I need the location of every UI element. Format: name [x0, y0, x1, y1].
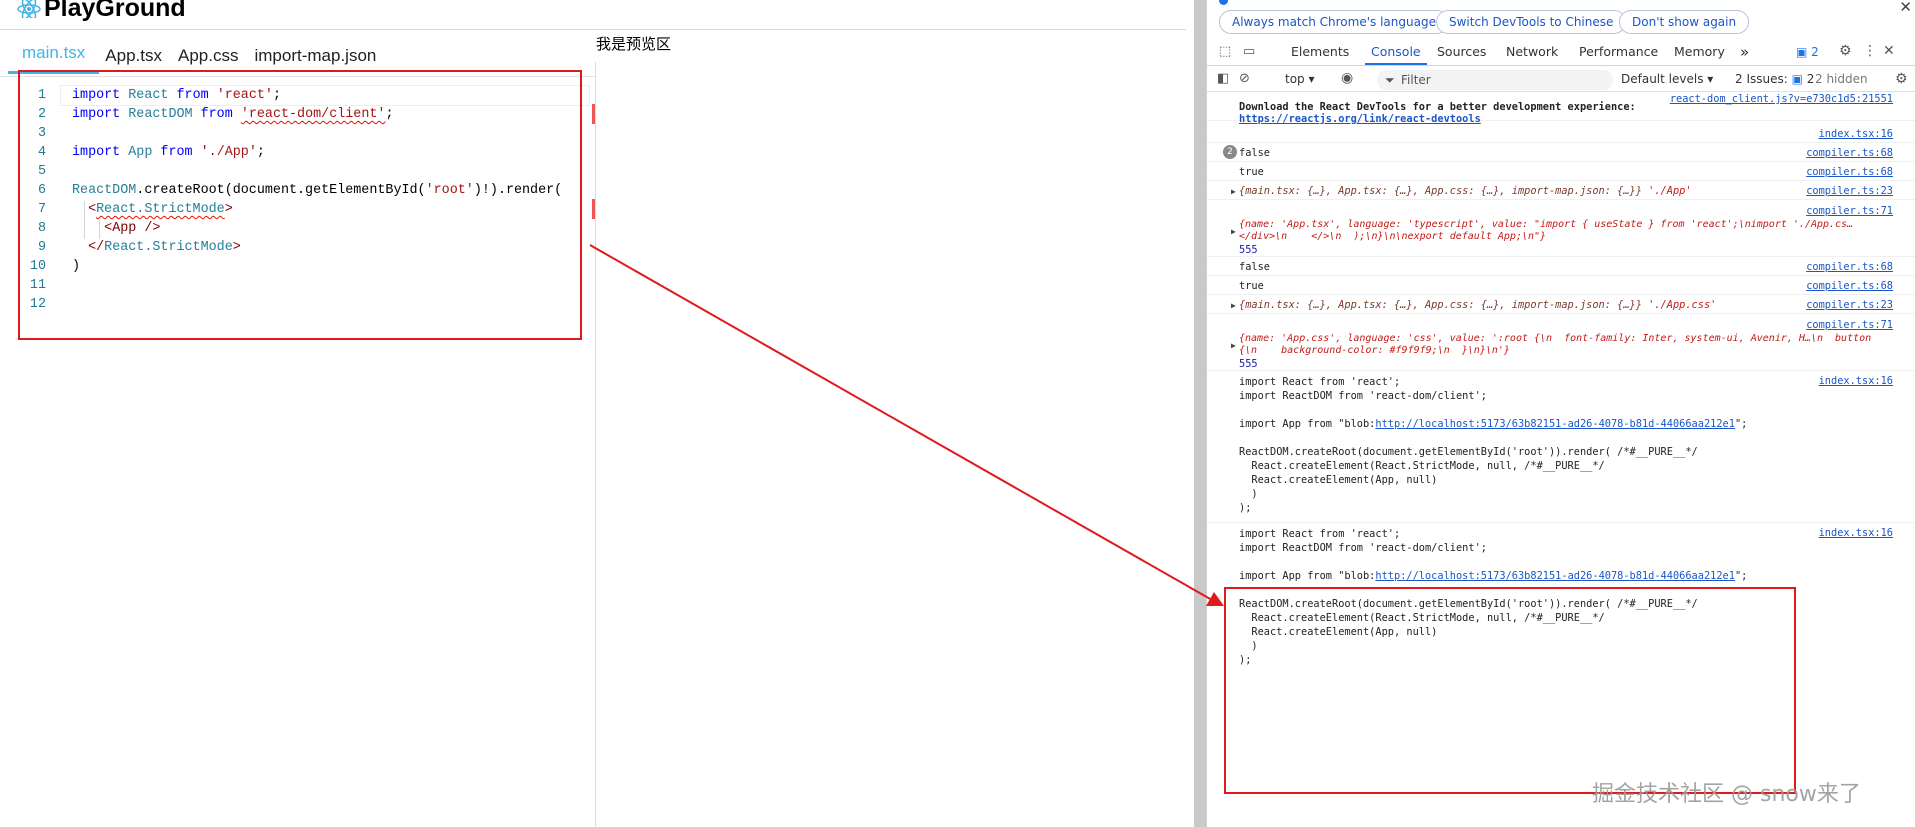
sidebar-toggle-icon[interactable]: ◧ — [1217, 71, 1229, 86]
console-message-compiled-code: index.tsx:16 import React from 'react'; … — [1239, 527, 1893, 666]
message-count-badge[interactable]: ▣ 2 — [1796, 45, 1819, 59]
console-output: react-dom_client.js?v=e730c1d5:21551 Dow… — [1207, 93, 1915, 827]
expand-triangle-icon[interactable]: ▶ — [1231, 301, 1236, 310]
source-link[interactable]: index.tsx:16 — [1819, 375, 1893, 387]
repeat-count-badge: 2 — [1223, 145, 1237, 159]
console-settings-gear-icon[interactable]: ⚙ — [1895, 71, 1908, 87]
caret-down-icon: ▾ — [1707, 72, 1714, 86]
console-message-compiled-code: index.tsx:16 import React from 'react'; … — [1207, 373, 1915, 523]
log-levels-dropdown[interactable]: Default levels ▾ — [1621, 72, 1713, 86]
code-line-5: 5 — [37, 164, 46, 179]
devtools-panel: Always match Chrome's language Switch De… — [1206, 0, 1915, 827]
window-divider[interactable] — [1194, 0, 1206, 827]
hidden-count: 2 hidden — [1815, 72, 1868, 86]
expand-triangle-icon[interactable]: ▶ — [1231, 187, 1236, 196]
console-message: index.tsx:16 — [1207, 126, 1915, 143]
file-tab-bar: main.tsx App.tsx App.css import-map.json — [8, 34, 390, 74]
source-link[interactable]: compiler.ts:71 — [1806, 319, 1893, 331]
console-message: 2 false compiler.ts:68 — [1207, 144, 1915, 162]
code-editor[interactable]: 1 import React from 'react'; 2 import Reac… — [0, 76, 595, 827]
more-tabs-icon[interactable]: » — [1740, 40, 1749, 65]
code-line-3: 3 — [37, 126, 46, 141]
issue-icon: ▣ — [1791, 72, 1803, 86]
close-devtools-icon[interactable]: ✕ — [1883, 43, 1895, 59]
source-link[interactable]: compiler.ts:23 — [1806, 185, 1893, 197]
tab-network[interactable]: Network — [1506, 40, 1558, 65]
devtools-tab-bar: ⬚ ▭ Elements Console Sources Network Per… — [1207, 40, 1915, 66]
react-logo-icon — [17, 0, 41, 18]
source-link[interactable]: compiler.ts:68 — [1806, 166, 1893, 178]
console-message[interactable]: ▶ {main.tsx: {…}, App.tsx: {…}, App.css:… — [1207, 182, 1915, 200]
info-icon — [1219, 0, 1228, 5]
console-message[interactable]: compiler.ts:71 ▶ {name: 'App.css', langu… — [1207, 315, 1915, 371]
kebab-menu-icon[interactable]: ⋮ — [1863, 43, 1877, 59]
caret-down-icon: ▾ — [1308, 72, 1315, 86]
console-message[interactable]: compiler.ts:71 ▶ {name: 'App.tsx', langu… — [1207, 201, 1915, 257]
issues-indicator[interactable]: 2 Issues: ▣ 2 — [1735, 72, 1814, 86]
app-title: PlayGround — [44, 0, 186, 22]
eye-icon[interactable]: ◉ — [1341, 70, 1353, 86]
source-link[interactable]: compiler.ts:23 — [1806, 299, 1893, 311]
code-line-9: 9 </React.StrictMode> — [37, 240, 241, 255]
code-line-11: 11 — [29, 278, 46, 293]
code-line-6: 6 ReactDOM.createRoot(document.getElement… — [37, 183, 563, 198]
tab-import-map-json[interactable]: import-map.json — [246, 46, 390, 74]
code-line-10: 10) — [29, 259, 81, 274]
language-infobar: Always match Chrome's language Switch De… — [1207, 0, 1915, 38]
source-link[interactable]: index.tsx:16 — [1819, 128, 1893, 140]
console-message: true compiler.ts:68 — [1207, 277, 1915, 295]
tab-console[interactable]: Console — [1365, 40, 1427, 65]
clear-console-icon[interactable]: ⊘ — [1239, 71, 1250, 86]
code-line-12: 12 — [29, 297, 46, 312]
blob-url-link[interactable]: http://localhost:5173/63b82151-ad26-4078… — [1375, 418, 1735, 430]
always-match-language-button[interactable]: Always match Chrome's language — [1219, 10, 1449, 34]
code-lines: 1 import React from 'react'; 2 import Reac… — [22, 86, 562, 314]
code-line-2: 2 import ReactDOM from 'react-dom/client'… — [37, 107, 394, 122]
filter-icon: ⏷ — [1385, 73, 1395, 87]
device-toolbar-icon[interactable]: ▭ — [1243, 44, 1255, 59]
source-link[interactable]: index.tsx:16 — [1819, 527, 1893, 539]
tab-sources[interactable]: Sources — [1437, 40, 1486, 65]
console-message[interactable]: ▶ {main.tsx: {…}, App.tsx: {…}, App.css:… — [1207, 296, 1915, 314]
tab-elements[interactable]: Elements — [1291, 40, 1349, 65]
source-link[interactable]: compiler.ts:68 — [1806, 280, 1893, 292]
code-line-1: 1 import React from 'react'; — [37, 88, 281, 103]
source-link[interactable]: compiler.ts:71 — [1806, 205, 1893, 217]
source-link[interactable]: compiler.ts:68 — [1806, 147, 1893, 159]
console-message: true compiler.ts:68 — [1207, 163, 1915, 181]
playground-window: PlayGround main.tsx App.tsx App.css impo… — [0, 0, 1194, 827]
close-icon[interactable]: ✕ — [1899, 0, 1912, 16]
blob-url-link[interactable]: http://localhost:5173/63b82151-ad26-4078… — [1375, 570, 1735, 582]
code-line-7: 7 <React.StrictMode> — [37, 202, 233, 217]
source-link[interactable]: react-dom_client.js?v=e730c1d5:21551 — [1670, 93, 1893, 105]
code-line-8: 8 <App /> — [37, 221, 161, 236]
tab-memory[interactable]: Memory — [1674, 40, 1725, 65]
playground-header: PlayGround — [0, 0, 1186, 30]
preview-area-label: 我是预览区 — [596, 35, 672, 53]
code-line-4: 4 import App from './App'; — [37, 145, 265, 160]
console-message: false compiler.ts:68 — [1207, 258, 1915, 276]
expand-triangle-icon[interactable]: ▶ — [1231, 227, 1236, 236]
switch-to-chinese-button[interactable]: Switch DevTools to Chinese — [1436, 10, 1627, 34]
chat-icon: ▣ — [1796, 45, 1808, 59]
react-devtools-link[interactable]: https://reactjs.org/link/react-devtools — [1239, 113, 1481, 125]
console-message: react-dom_client.js?v=e730c1d5:21551 Dow… — [1207, 93, 1915, 125]
watermark: 掘金技术社区 @ snow来了 — [1592, 782, 1861, 807]
console-toolbar: ◧ ⊘ top ▾ ◉ ⏷ Filter Default levels ▾ 2 … — [1207, 68, 1915, 92]
inspect-element-icon[interactable]: ⬚ — [1219, 44, 1231, 59]
dont-show-again-button[interactable]: Don't show again — [1619, 10, 1750, 34]
tab-main-tsx[interactable]: main.tsx — [8, 43, 100, 74]
filter-input[interactable]: ⏷ Filter — [1377, 70, 1613, 90]
tab-app-tsx[interactable]: App.tsx — [99, 46, 170, 74]
tab-performance[interactable]: Performance — [1579, 40, 1658, 65]
editor-preview-splitter[interactable] — [595, 62, 596, 827]
gear-icon[interactable]: ⚙ — [1839, 43, 1852, 59]
expand-triangle-icon[interactable]: ▶ — [1231, 341, 1236, 350]
source-link[interactable]: compiler.ts:68 — [1806, 261, 1893, 273]
context-selector[interactable]: top ▾ — [1285, 72, 1315, 86]
tab-app-css[interactable]: App.css — [170, 46, 246, 74]
